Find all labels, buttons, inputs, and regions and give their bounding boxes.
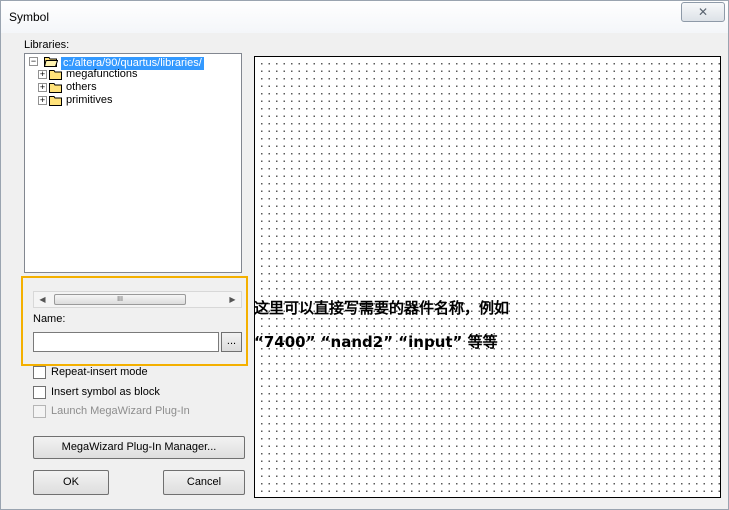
expand-icon[interactable]: + <box>38 70 47 79</box>
symbol-dialog: Symbol ✕ Libraries: − c:/altera/90/quart… <box>0 0 729 510</box>
tree-item-label: others <box>66 81 97 93</box>
folder-icon <box>49 95 62 106</box>
folder-icon <box>49 69 62 80</box>
folder-open-icon <box>43 56 59 67</box>
window-title: Symbol <box>9 10 50 24</box>
folder-icon <box>49 82 62 93</box>
title-bar: Symbol ✕ <box>1 1 728 33</box>
tree-item-label: megafunctions <box>66 68 138 80</box>
libraries-label: Libraries: <box>24 39 70 51</box>
annotation-line-2: “7400” “nand2” “input” 等等 <box>254 333 498 351</box>
expand-icon[interactable]: + <box>38 96 47 105</box>
checkbox-icon <box>33 405 46 418</box>
checkbox-label: Launch MegaWizard Plug-In <box>51 405 190 417</box>
library-tree[interactable]: − c:/altera/90/quartus/libraries/ + mega… <box>24 53 242 273</box>
close-button[interactable]: ✕ <box>681 2 725 22</box>
expand-icon[interactable]: + <box>38 83 47 92</box>
collapse-icon[interactable]: − <box>29 57 38 66</box>
tree-item-megafunctions[interactable]: + megafunctions <box>25 68 241 81</box>
tree-item-primitives[interactable]: + primitives <box>25 94 241 107</box>
close-icon: ✕ <box>697 5 709 19</box>
tree-item-others[interactable]: + others <box>25 81 241 94</box>
megawizard-manager-button[interactable]: MegaWizard Plug-In Manager... <box>33 436 245 459</box>
highlight-box <box>21 276 248 366</box>
checkbox-label: Insert symbol as block <box>51 386 160 398</box>
ok-button[interactable]: OK <box>33 470 109 495</box>
tree-root-item[interactable]: − c:/altera/90/quartus/libraries/ <box>25 55 241 70</box>
cancel-button[interactable]: Cancel <box>163 470 245 495</box>
symbol-preview-canvas <box>254 56 721 498</box>
checkbox-icon[interactable] <box>33 366 46 379</box>
annotation-line-1: 这里可以直接写需要的器件名称，例如 <box>254 299 510 317</box>
checkbox-label: Repeat-insert mode <box>51 366 148 378</box>
tree-item-label: primitives <box>66 94 113 106</box>
checkbox-icon[interactable] <box>33 386 46 399</box>
